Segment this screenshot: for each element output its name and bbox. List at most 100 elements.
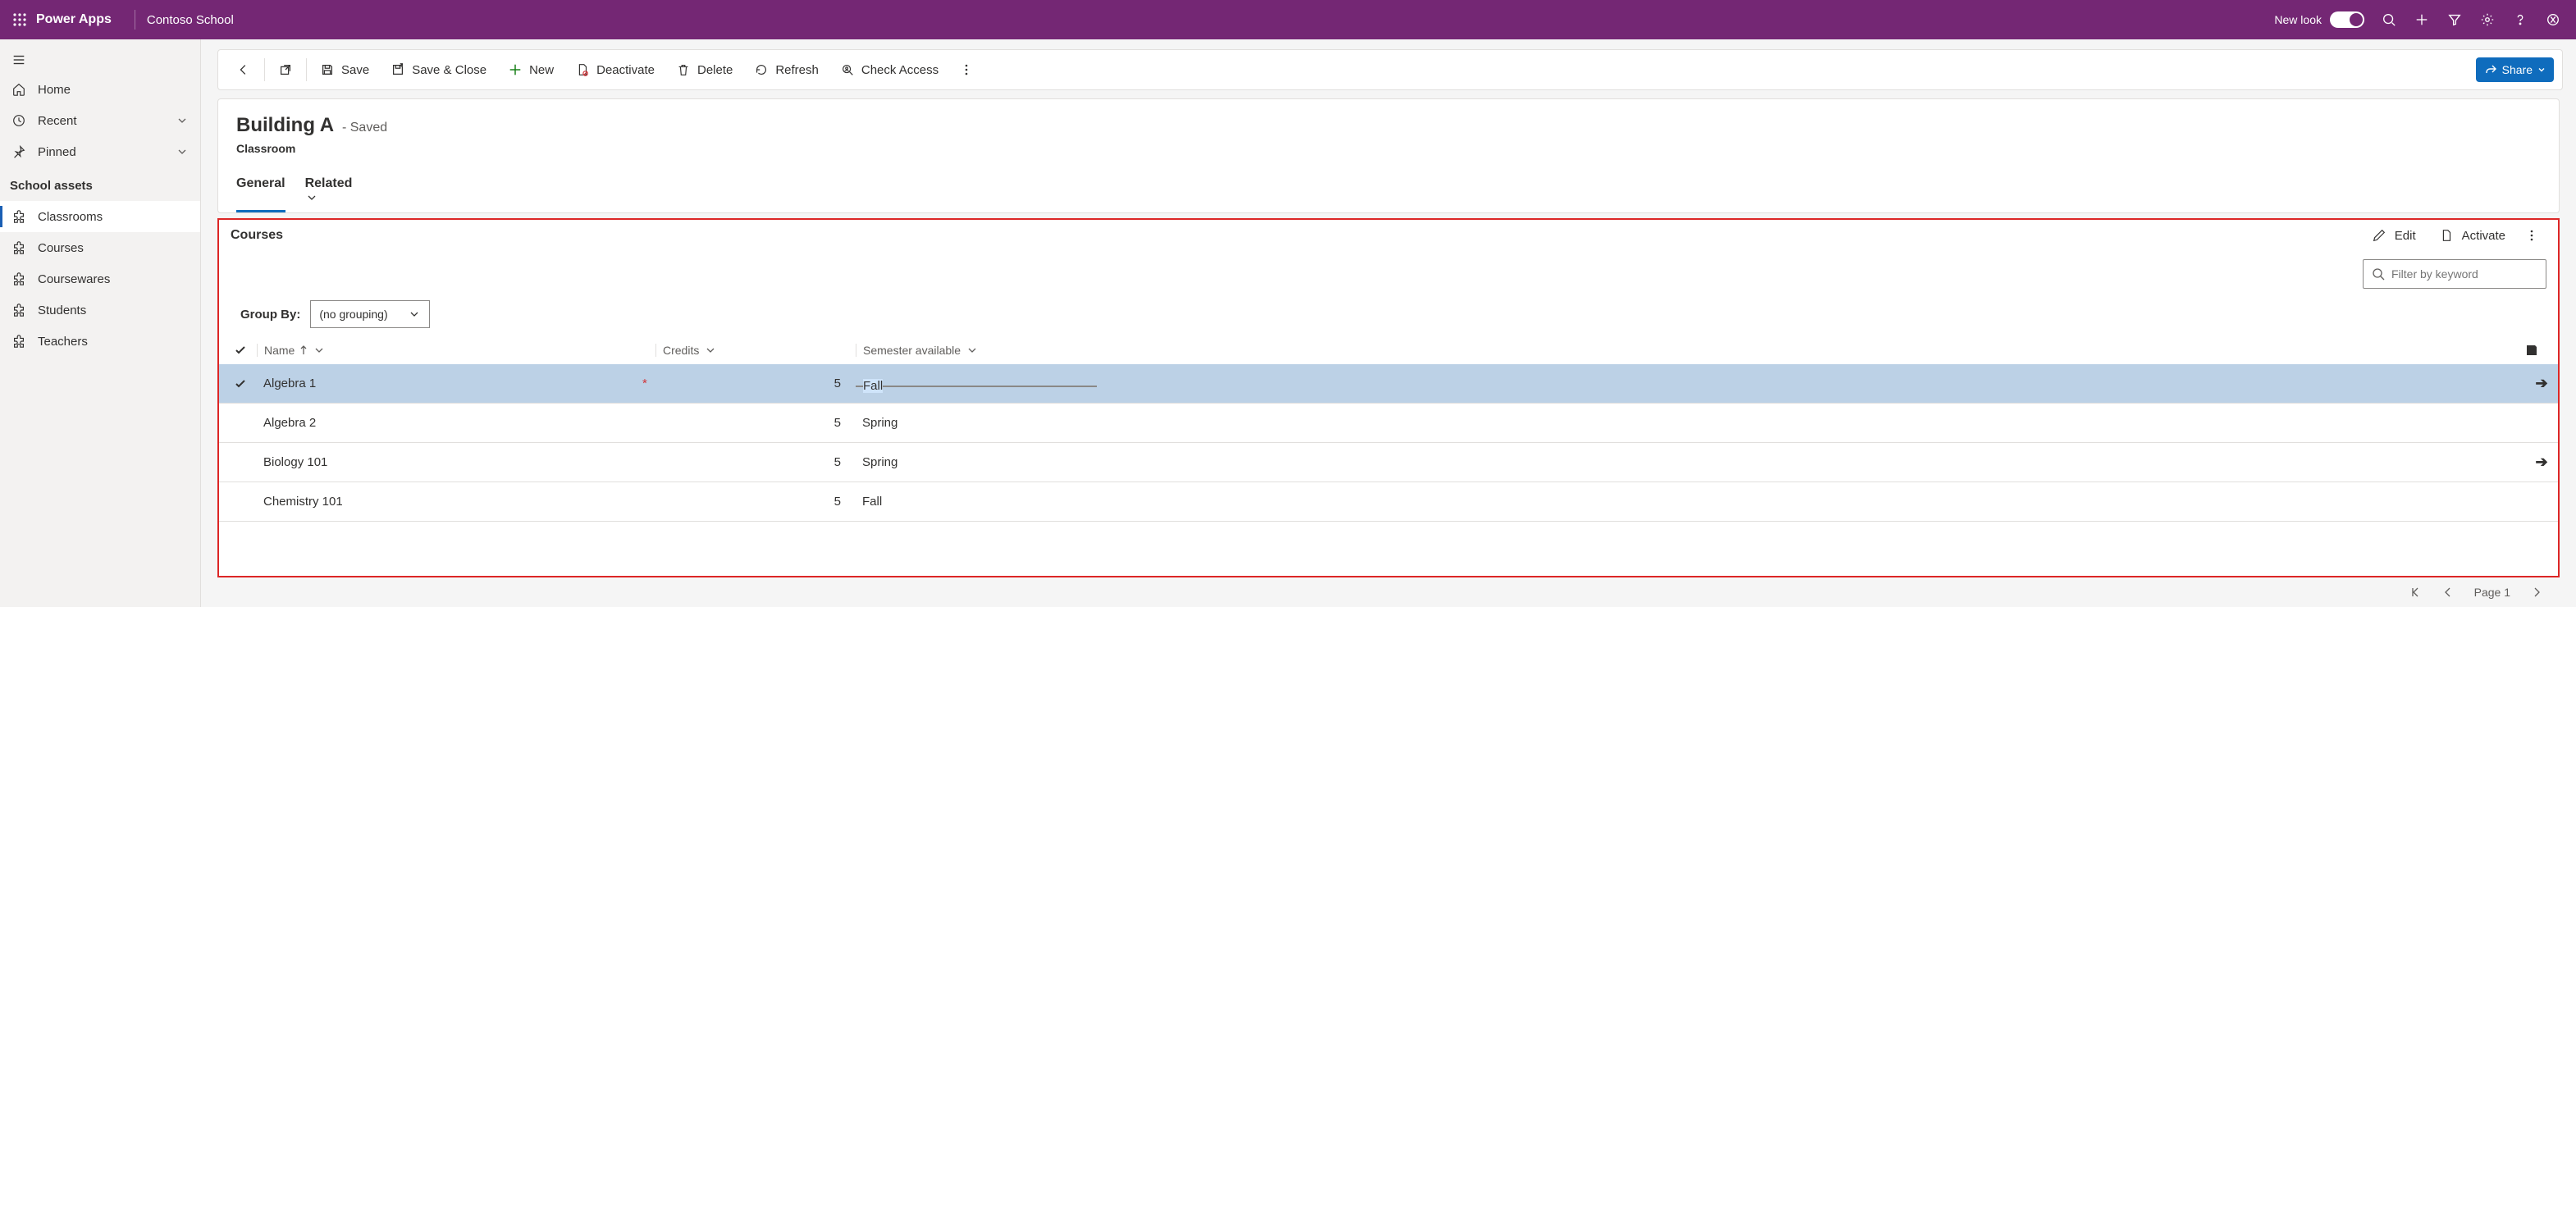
cell-semester[interactable]: Spring <box>856 455 1105 469</box>
puzzle-icon <box>11 209 26 224</box>
cell-name[interactable]: Algebra 2 <box>257 416 642 430</box>
tab-related[interactable]: Related <box>305 171 358 212</box>
nav-item-label: Teachers <box>38 335 88 349</box>
cell-name[interactable]: Chemistry 101 <box>257 495 642 509</box>
filter-button[interactable] <box>2438 0 2471 39</box>
cell-credits[interactable]: 5 <box>655 495 856 509</box>
chevron-down-icon <box>966 344 979 357</box>
settings-button[interactable] <box>2471 0 2504 39</box>
save-label: Save <box>341 63 369 77</box>
activate-icon <box>2439 228 2454 243</box>
refresh-button[interactable]: Refresh <box>744 50 829 89</box>
column-header-name[interactable]: Name <box>257 344 655 357</box>
check-access-icon <box>840 62 855 77</box>
pager: Page 1 <box>217 577 2560 607</box>
open-record-arrow[interactable]: ➔ <box>2525 454 2558 471</box>
sitemap-sidebar: Home Recent Pinned School assets Classro… <box>0 39 201 607</box>
cell-semester[interactable]: Spring <box>856 416 1105 430</box>
subgrid-edit-button[interactable]: Edit <box>2360 225 2428 246</box>
add-button[interactable] <box>2405 0 2438 39</box>
cell-credits[interactable]: 5 <box>655 377 856 390</box>
cell-name[interactable]: Biology 101 <box>257 455 642 469</box>
column-header-semester[interactable]: Semester available <box>856 344 1105 357</box>
copilot-button[interactable] <box>2537 0 2569 39</box>
column-credits-label: Credits <box>663 344 699 357</box>
grid-row[interactable]: Algebra 1 * 5 Fall ➔ <box>219 364 2558 404</box>
column-semester-label: Semester available <box>863 344 961 357</box>
save-close-button[interactable]: Save & Close <box>381 50 496 89</box>
save-icon <box>320 62 335 77</box>
open-record-arrow[interactable]: ➔ <box>2525 375 2558 392</box>
pager-page-label: Page 1 <box>2474 586 2510 599</box>
tab-general-label: General <box>236 176 285 190</box>
subgrid-overflow-button[interactable] <box>2517 226 2546 245</box>
overflow-button[interactable] <box>950 50 983 89</box>
puzzle-icon <box>11 334 26 349</box>
cell-name[interactable]: Algebra 1 <box>257 377 642 390</box>
open-new-window-button[interactable] <box>268 50 303 89</box>
column-header-credits[interactable]: Credits <box>655 344 856 357</box>
chevron-down-icon <box>704 344 717 357</box>
subgrid-activate-label: Activate <box>2462 229 2505 243</box>
sort-asc-icon <box>299 345 308 355</box>
app-launcher-button[interactable] <box>7 0 33 39</box>
deactivate-label: Deactivate <box>596 63 655 77</box>
delete-button[interactable]: Delete <box>666 50 742 89</box>
nav-home[interactable]: Home <box>0 74 200 105</box>
deactivate-button[interactable]: Deactivate <box>565 50 665 89</box>
group-by-value: (no grouping) <box>319 308 387 321</box>
check-access-button[interactable]: Check Access <box>830 50 948 89</box>
new-look-toggle[interactable]: New look <box>2274 11 2364 28</box>
courses-subgrid: Courses Edit Activate <box>217 218 2560 577</box>
help-button[interactable] <box>2504 0 2537 39</box>
grid-row[interactable]: Chemistry 101 5 Fall <box>219 482 2558 522</box>
edit-icon <box>2372 228 2386 243</box>
save-column-icon[interactable] <box>2525 344 2558 357</box>
chevron-down-icon <box>2537 66 2546 74</box>
new-button[interactable]: New <box>498 50 564 89</box>
subgrid-activate-button[interactable]: Activate <box>2428 225 2517 246</box>
brand-label: Power Apps <box>36 12 112 27</box>
grid-row[interactable]: Algebra 2 5 Spring <box>219 404 2558 443</box>
row-checkbox[interactable] <box>234 377 257 390</box>
nav-pinned[interactable]: Pinned <box>0 136 200 167</box>
semester-edit-input[interactable]: Fall <box>856 386 1097 387</box>
group-by-select[interactable]: (no grouping) <box>310 300 429 328</box>
plus-icon <box>508 62 523 77</box>
search-button[interactable] <box>2373 0 2405 39</box>
filter-keyword-input[interactable] <box>2391 267 2540 281</box>
cell-semester[interactable]: Fall <box>856 495 1105 509</box>
check-access-label: Check Access <box>861 63 939 77</box>
grid-row[interactable]: Biology 101 5 Spring ➔ <box>219 443 2558 482</box>
back-button[interactable] <box>226 50 261 89</box>
sidebar-collapse-button[interactable] <box>0 46 200 74</box>
courses-grid: Name Credits Semester available <box>219 336 2558 576</box>
nav-courses[interactable]: Courses <box>0 232 200 263</box>
new-label: New <box>529 63 554 77</box>
cell-credits[interactable]: 5 <box>655 455 856 469</box>
nav-coursewares[interactable]: Coursewares <box>0 263 200 294</box>
nav-item-label: Courses <box>38 241 84 255</box>
filter-keyword-input-wrapper[interactable] <box>2363 259 2546 289</box>
nav-recent[interactable]: Recent <box>0 105 200 136</box>
record-title: Building A <box>236 114 334 137</box>
pager-prev-button[interactable] <box>2441 586 2455 599</box>
chevron-down-icon <box>176 145 189 158</box>
nav-section-school-assets: School assets <box>0 167 200 201</box>
pager-first-button[interactable] <box>2409 586 2422 599</box>
nav-students[interactable]: Students <box>0 294 200 326</box>
nav-teachers[interactable]: Teachers <box>0 326 200 357</box>
pager-next-button[interactable] <box>2530 586 2543 599</box>
chevron-down-icon <box>176 114 189 127</box>
subgrid-header: Courses Edit Activate <box>219 220 2558 251</box>
save-button[interactable]: Save <box>310 50 379 89</box>
tab-general[interactable]: General <box>236 171 285 212</box>
nav-classrooms[interactable]: Classrooms <box>0 201 200 232</box>
cell-credits[interactable]: 5 <box>655 416 856 430</box>
nav-home-label: Home <box>38 83 71 97</box>
select-all-checkbox[interactable] <box>234 344 257 357</box>
main-content: Save Save & Close New Deactivate Delete <box>201 39 2576 607</box>
trash-icon <box>676 62 691 77</box>
share-button[interactable]: Share <box>2476 57 2554 82</box>
separator <box>264 58 265 81</box>
